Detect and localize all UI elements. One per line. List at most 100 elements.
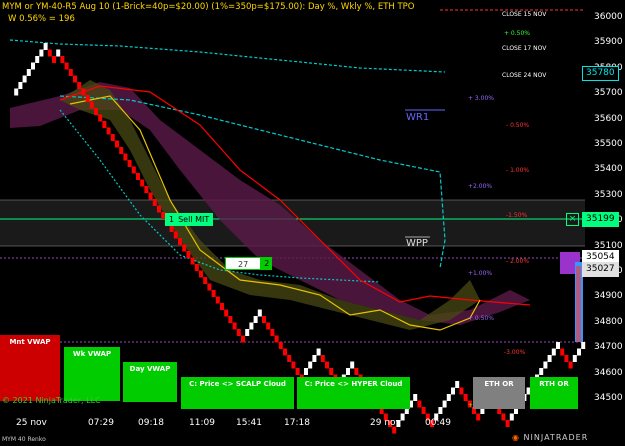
- level-label: - 0.50%: [506, 122, 530, 129]
- renko-brick: [127, 160, 132, 167]
- renko-brick: [236, 329, 241, 336]
- level-label: + 0.50%: [468, 315, 494, 322]
- sell-mit-order[interactable]: 1 Sell MIT: [165, 213, 214, 226]
- renko-brick: [224, 309, 229, 317]
- mnt-vwap-button[interactable]: Mnt VWAP: [0, 335, 60, 401]
- renko-brick: [152, 199, 157, 206]
- time-label: 09:18: [138, 418, 164, 428]
- renko-brick: [400, 413, 405, 421]
- renko-brick: [438, 407, 443, 414]
- renko-brick: [560, 348, 565, 356]
- level-label: -3.00%: [504, 349, 526, 356]
- renko-brick: [148, 192, 153, 200]
- renko-brick: [442, 400, 447, 408]
- renko-brick: [56, 49, 61, 57]
- level-label: CLOSE 24 NOV: [502, 72, 547, 79]
- rth-or-button[interactable]: RTH OR: [530, 377, 578, 409]
- renko-brick: [577, 348, 581, 356]
- renko-brick: [291, 361, 296, 369]
- price-label: 35900: [594, 37, 623, 48]
- price-label: 34800: [594, 316, 623, 327]
- order-tag[interactable]: 27 2: [225, 257, 273, 270]
- renko-brick: [157, 205, 161, 213]
- renko-brick: [22, 75, 27, 83]
- day-vwap-button[interactable]: Day VWAP: [123, 362, 177, 402]
- renko-brick: [52, 56, 56, 63]
- renko-brick: [581, 342, 586, 349]
- order-label: Sell MIT: [178, 215, 210, 224]
- chart-title: MYM or YM-40-R5 Aug 10 (1-Brick=40p=$20.…: [2, 2, 415, 12]
- renko-brick: [287, 355, 292, 362]
- renko-brick: [270, 329, 275, 336]
- renko-brick: [199, 270, 203, 278]
- renko-brick: [543, 361, 548, 369]
- renko-brick: [68, 69, 73, 76]
- eth-or-button[interactable]: ETH OR: [473, 377, 525, 409]
- order-price: 27: [225, 257, 262, 270]
- renko-brick: [81, 88, 86, 96]
- renko-brick: [556, 342, 560, 349]
- renko-brick: [295, 368, 300, 375]
- price-label: 35600: [594, 113, 623, 124]
- renko-brick: [329, 368, 334, 375]
- order-qty: 1: [169, 215, 175, 224]
- renko-brick: [551, 348, 556, 356]
- order-qty-2: 2: [261, 257, 273, 270]
- wr1-label: WR1: [406, 112, 430, 123]
- renko-brick: [18, 82, 23, 89]
- renko-brick: [547, 355, 552, 362]
- price-label: 34600: [594, 367, 623, 378]
- price-label: 34500: [594, 393, 623, 403]
- x-close-icon[interactable]: ×: [566, 213, 579, 226]
- renko-brick: [278, 342, 283, 349]
- renko-brick: [320, 355, 325, 362]
- renko-brick: [39, 49, 44, 57]
- instrument-label: MYM 40 Renko: [2, 436, 46, 443]
- renko-brick: [203, 277, 208, 284]
- hyper-cloud-button[interactable]: C: Price <> HYPER Cloud: [297, 377, 410, 409]
- price-tag-green: 35199: [582, 212, 619, 227]
- wk-vwap-button[interactable]: Wk VWAP: [64, 347, 120, 401]
- price-tag-cyan: 35780: [582, 66, 619, 81]
- renko-brick: [35, 56, 40, 63]
- renko-brick: [47, 49, 52, 57]
- renko-brick: [136, 173, 140, 180]
- renko-brick: [140, 179, 145, 187]
- price-label: 34900: [594, 291, 623, 302]
- renko-brick: [31, 62, 35, 70]
- renko-brick: [564, 355, 569, 362]
- renko-brick: [211, 290, 216, 297]
- level-label: CLOSE 17 NOV: [502, 45, 547, 52]
- price-label: 36000: [594, 12, 623, 22]
- price-label: 35500: [594, 139, 623, 149]
- time-label: 00:49: [425, 418, 451, 428]
- renko-brick: [85, 95, 90, 102]
- ninja-logo-icon: ◉: [512, 433, 520, 442]
- renko-brick: [283, 348, 287, 356]
- renko-brick: [215, 296, 220, 304]
- price-label: 35400: [594, 164, 623, 175]
- renko-brick: [232, 322, 237, 330]
- level-label: -1.50%: [506, 212, 528, 219]
- cyan-upper-line: [9, 39, 446, 73]
- renko-brick: [106, 127, 111, 135]
- renko-brick: [350, 361, 355, 369]
- renko-brick: [173, 231, 178, 239]
- price-label: 34700: [594, 342, 623, 353]
- renko-brick: [245, 329, 250, 336]
- renko-brick: [190, 257, 195, 265]
- renko-brick: [312, 355, 317, 362]
- renko-brick: [249, 322, 254, 330]
- renko-brick: [73, 75, 77, 83]
- level-label: + 3.00%: [468, 95, 494, 102]
- renko-brick: [455, 381, 460, 388]
- time-label: 29 nov: [370, 418, 401, 428]
- renko-brick: [476, 413, 481, 421]
- renko-brick: [463, 394, 468, 401]
- renko-brick: [194, 264, 199, 271]
- level-label: +2.00%: [468, 183, 493, 190]
- renko-brick: [43, 43, 48, 50]
- scalp-cloud-button[interactable]: C: Price <> SCALP Cloud: [181, 377, 294, 409]
- renko-brick: [102, 121, 107, 128]
- renko-brick: [98, 114, 103, 122]
